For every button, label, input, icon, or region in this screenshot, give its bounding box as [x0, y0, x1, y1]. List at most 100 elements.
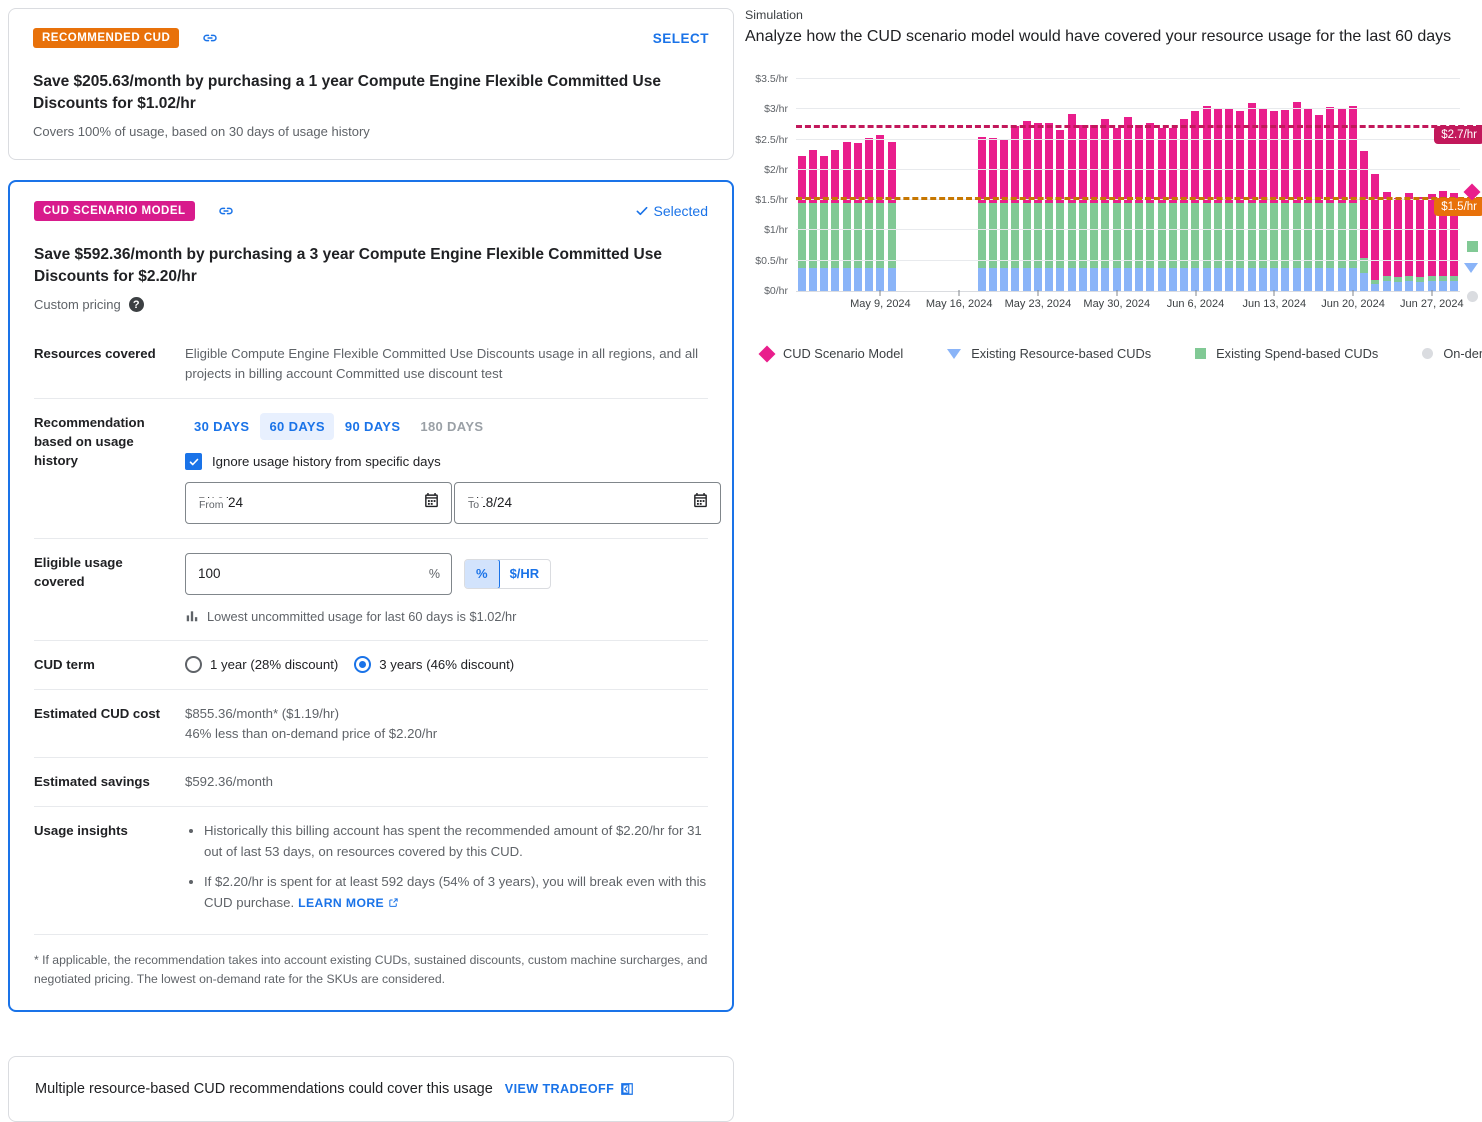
chart-bar[interactable] [1021, 64, 1032, 291]
learn-more-link[interactable]: LEARN MORE [298, 896, 399, 910]
chart-bar[interactable] [1302, 64, 1313, 291]
chart-bar[interactable] [1156, 64, 1167, 291]
row-label: Resources covered [34, 346, 156, 361]
chart-bar[interactable] [1426, 64, 1437, 291]
gridline [796, 290, 1460, 291]
chart-bar[interactable] [1167, 64, 1178, 291]
legend-item-existing-spend-based-cuds[interactable]: Existing Spend-based CUDs [1195, 346, 1378, 361]
radio-3-years[interactable]: 3 years (46% discount) [354, 655, 514, 675]
chart-bar[interactable] [1325, 64, 1336, 291]
chart-bar[interactable] [1449, 64, 1460, 291]
chart-bar[interactable] [1280, 64, 1291, 291]
chart-bar[interactable] [886, 64, 897, 291]
y-axis-tick: $0/hr [764, 285, 788, 297]
chart-bar[interactable] [1122, 64, 1133, 291]
chart-bar[interactable] [796, 64, 807, 291]
chart-bar[interactable] [909, 64, 920, 291]
chart-bar[interactable] [1336, 64, 1347, 291]
chart-bar[interactable] [1235, 64, 1246, 291]
cost-secondary: 46% less than on-demand price of $2.20/h… [185, 725, 438, 741]
chart-bar[interactable] [1066, 64, 1077, 291]
chart-bar[interactable] [1201, 64, 1212, 291]
tab-60-days[interactable]: 60 DAYS [260, 412, 334, 441]
chart-bar[interactable] [1269, 64, 1280, 291]
chart-bar[interactable] [1437, 64, 1448, 291]
chart-bar[interactable] [1179, 64, 1190, 291]
chart-bar[interactable] [1257, 64, 1268, 291]
link-icon[interactable] [217, 202, 235, 220]
chart-bar[interactable] [1392, 64, 1403, 291]
cud-scenario-model-card[interactable]: CUD SCENARIO MODEL Selected Save $592.36… [8, 180, 734, 1013]
chart-bar[interactable] [1415, 64, 1426, 291]
to-date-field[interactable]: To 5/18/24 [454, 481, 721, 524]
bar-segment-pink [1258, 108, 1267, 204]
chart-bar[interactable] [841, 64, 852, 291]
chart-bar[interactable] [987, 64, 998, 291]
link-icon[interactable] [201, 29, 219, 47]
chart-bar[interactable] [1145, 64, 1156, 291]
chart-bar[interactable] [1404, 64, 1415, 291]
eligible-usage-input[interactable]: 100 % [185, 552, 452, 595]
chart-bar[interactable] [920, 64, 931, 291]
chart-bar[interactable] [1190, 64, 1201, 291]
chart-bar[interactable] [864, 64, 875, 291]
chart-bar[interactable] [942, 64, 953, 291]
chart-bar[interactable] [819, 64, 830, 291]
unit-toggle-percent[interactable]: % [465, 559, 500, 588]
chart-bar[interactable] [830, 64, 841, 291]
radio-1-year[interactable]: 1 year (28% discount) [185, 655, 338, 675]
chart-bar[interactable] [875, 64, 886, 291]
help-icon[interactable]: ? [128, 297, 144, 312]
legend-item-on-demand-price[interactable]: On-demand price [1422, 346, 1482, 361]
chart-bar[interactable] [1100, 64, 1111, 291]
chart-bar[interactable] [1212, 64, 1223, 291]
calendar-icon[interactable] [423, 491, 440, 514]
chart-bar[interactable] [1359, 64, 1370, 291]
chart-bar[interactable] [1224, 64, 1235, 291]
chart-bar[interactable] [999, 64, 1010, 291]
chart-bars [796, 64, 1460, 291]
calendar-icon[interactable] [692, 491, 709, 514]
unit-toggle-dollar-hr[interactable]: $/HR [499, 560, 551, 588]
chart-bar[interactable] [1089, 64, 1100, 291]
chart-bar[interactable] [1055, 64, 1066, 291]
chart-bar[interactable] [1010, 64, 1021, 291]
bar-segment-blue [820, 268, 829, 291]
bar-segment-pink [1416, 197, 1425, 278]
radio-circle[interactable] [185, 656, 202, 674]
chart-bar[interactable] [1134, 64, 1145, 291]
chart-bar[interactable] [1314, 64, 1325, 291]
ignore-usage-checkbox[interactable] [185, 453, 202, 471]
chart-bar[interactable] [965, 64, 976, 291]
recommended-cud-card[interactable]: RECOMMENDED CUD SELECT Save $205.63/mont… [8, 8, 734, 160]
chart-bar[interactable] [954, 64, 965, 291]
chart-bar[interactable] [1044, 64, 1055, 291]
ignore-usage-history-row[interactable]: Ignore usage history from specific days [185, 452, 721, 472]
card-header: RECOMMENDED CUD SELECT [33, 27, 709, 49]
chart-bar[interactable] [897, 64, 908, 291]
radio-circle-selected[interactable] [354, 656, 372, 674]
chart-bar[interactable] [852, 64, 863, 291]
selected-indicator[interactable]: Selected [634, 203, 708, 219]
tab-30-days[interactable]: 30 DAYS [185, 413, 258, 441]
chart-bar[interactable] [1291, 64, 1302, 291]
chart-bar[interactable] [1246, 64, 1257, 291]
legend-item-existing-resource-based-cuds[interactable]: Existing Resource-based CUDs [947, 346, 1151, 361]
tab-90-days[interactable]: 90 DAYS [336, 413, 409, 441]
chart-bar[interactable] [1370, 64, 1381, 291]
chart-bar[interactable] [1077, 64, 1088, 291]
chart-bar[interactable] [1381, 64, 1392, 291]
chart-bar[interactable] [1111, 64, 1122, 291]
bar-segment-blue [1123, 268, 1132, 291]
chart-bar[interactable] [931, 64, 942, 291]
chart-bar[interactable] [1032, 64, 1043, 291]
select-button[interactable]: SELECT [653, 31, 709, 46]
chart-bar[interactable] [976, 64, 987, 291]
view-tradeoff-button[interactable]: VIEW TRADEOFF [505, 1082, 634, 1096]
legend-item-cud-scenario-model[interactable]: CUD Scenario Model [758, 345, 903, 362]
card-header: CUD SCENARIO MODEL Selected [34, 200, 708, 222]
from-date-field[interactable]: From 5/12/24 [185, 481, 452, 524]
x-axis-tick: May 9, 2024 [850, 298, 911, 310]
chart-bar[interactable] [1347, 64, 1358, 291]
chart-bar[interactable] [807, 64, 818, 291]
